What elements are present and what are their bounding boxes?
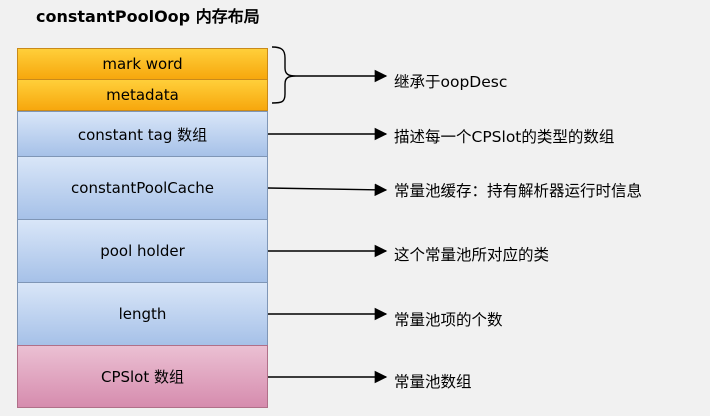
connector-arrows: [267, 46, 388, 384]
annotation-constant-tag: 描述每一个CPSlot的类型的数组: [394, 128, 615, 146]
annotation-inherits-oopdesc: 继承于oopDesc: [394, 73, 508, 91]
annotation-pool-holder: 这个常量池所对应的类: [394, 246, 550, 264]
annotation-constant-pool-cache: 常量池缓存：持有解析器运行时信息: [394, 182, 643, 200]
arrow-constant-pool-cache: [267, 183, 388, 197]
curly-brace: [271, 46, 297, 104]
annotation-length: 常量池项的个数: [394, 311, 503, 329]
annotation-cpslot: 常量池数组: [394, 373, 472, 391]
